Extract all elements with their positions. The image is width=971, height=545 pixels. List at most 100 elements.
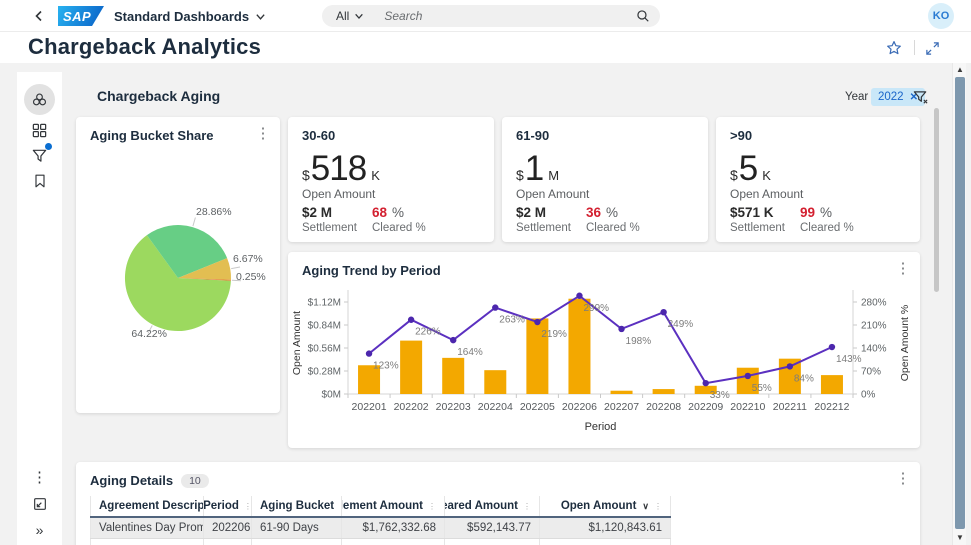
sidebar-item-bookmark[interactable]	[30, 171, 49, 190]
card-overflow-menu[interactable]: ⋮	[894, 260, 912, 278]
svg-text:280%: 280%	[861, 298, 887, 309]
column-menu-icon[interactable]: ⋮	[654, 502, 662, 511]
page-scrollbar[interactable]: ▲ ▼	[952, 63, 966, 545]
search-input[interactable]	[384, 9, 636, 23]
open-in-window-icon	[33, 497, 46, 510]
pie-chart[interactable]: 64.22% 28.86% 6.67% 0.25%	[76, 151, 280, 401]
column-menu-icon[interactable]: ⋮	[523, 502, 531, 511]
section-title: Chargeback Aging	[97, 88, 221, 104]
page-title: Chargeback Analytics	[28, 34, 262, 59]
svg-text:202202: 202202	[394, 401, 429, 413]
fullscreen-button[interactable]	[922, 38, 942, 58]
svg-text:Period: Period	[585, 421, 617, 433]
double-chevron-right-icon: »	[35, 521, 44, 538]
column-header-open-amount[interactable]: Open Amount ∨ ⋮	[540, 496, 671, 516]
column-header-period[interactable]: Period ⋮	[204, 496, 252, 516]
shell-header: SAP Standard Dashboards All Search KO	[0, 0, 971, 32]
search-icon[interactable]	[636, 9, 650, 23]
clear-filters-button[interactable]	[910, 87, 930, 107]
kpi-card-30-60: 30-60 $ 518 K Open Amount $2 M 68% Settl…	[288, 117, 494, 242]
column-header-cleared-amount[interactable]: Cleared Amount⋮	[445, 496, 540, 516]
card-title: Aging Details 10	[90, 473, 209, 488]
kpi-title: 30-60	[302, 128, 336, 143]
svg-text:84%: 84%	[794, 373, 814, 384]
table-row[interactable]: Valentines Day Promo 202206 61-90 Days $…	[90, 518, 671, 539]
svg-text:202204: 202204	[478, 401, 513, 413]
sidebar-item-apps[interactable]	[30, 121, 49, 140]
kpi-value-label: Open Amount	[730, 187, 804, 201]
card-overflow-menu[interactable]: ⋮	[894, 470, 912, 488]
kpi-settlement-label: Settlement	[302, 222, 357, 234]
svg-text:202211: 202211	[773, 401, 807, 413]
column-menu-icon[interactable]: ⋮	[244, 502, 251, 511]
favorite-button[interactable]	[884, 38, 904, 58]
dashboard-scrollbar-thumb[interactable]	[934, 108, 939, 292]
svg-text:0.25%: 0.25%	[236, 271, 266, 283]
filter-clear-icon	[913, 90, 928, 104]
scroll-up-icon[interactable]: ▲	[956, 66, 964, 74]
svg-text:6.67%: 6.67%	[233, 253, 263, 265]
svg-text:$0M: $0M	[322, 390, 341, 401]
chevron-down-icon	[355, 13, 364, 20]
sidebar-expand[interactable]: »	[30, 520, 49, 539]
kpi-value: $ 518 K	[302, 149, 380, 188]
card-aging-details: Aging Details10 ⋮ Agreement Description⋮…	[76, 462, 920, 545]
column-header-agreement[interactable]: Agreement Description⋮	[90, 496, 204, 516]
kpi-settlement-value: $571 K	[730, 205, 774, 220]
svg-text:202209: 202209	[688, 401, 723, 413]
left-toolbar: ⋮ »	[17, 72, 62, 545]
avatar[interactable]: KO	[928, 3, 954, 29]
kpi-cleared-label: Cleared %	[372, 222, 426, 234]
page-scrollbar-thumb[interactable]	[955, 77, 965, 529]
currency-symbol: $	[730, 167, 738, 183]
scroll-down-icon[interactable]: ▼	[956, 534, 964, 542]
divider	[914, 40, 915, 55]
kpi-cleared-label: Cleared %	[800, 222, 854, 234]
grid-icon	[32, 123, 47, 138]
column-header-aging-bucket[interactable]: Aging Bucket⋮	[252, 496, 342, 516]
sidebar-item-filter[interactable]	[30, 143, 52, 165]
column-menu-icon[interactable]: ⋮	[428, 502, 436, 511]
kpi-cleared-value: 36%	[586, 205, 619, 220]
kpi-cleared-value: 68%	[372, 205, 405, 220]
star-icon	[887, 41, 901, 55]
table-row-partial[interactable]	[90, 539, 671, 545]
app-switcher-label: Standard Dashboards	[114, 8, 250, 24]
collaboration-icon	[32, 93, 47, 106]
sidebar-overflow-menu[interactable]: ⋮	[30, 468, 49, 487]
svg-text:202212: 202212	[814, 401, 849, 413]
svg-text:202203: 202203	[436, 401, 471, 413]
svg-text:299%: 299%	[583, 303, 609, 314]
kpi-cleared-label: Cleared %	[586, 222, 640, 234]
svg-text:0%: 0%	[861, 390, 876, 401]
sidebar-item-profile[interactable]	[24, 84, 55, 115]
filter-icon	[32, 149, 47, 162]
chevron-left-icon	[35, 10, 42, 22]
svg-text:263%: 263%	[499, 315, 525, 326]
svg-text:33%: 33%	[710, 390, 730, 401]
sidebar-item-open-window[interactable]	[30, 494, 49, 513]
chevron-down-icon	[256, 13, 265, 20]
kpi-title: 61-90	[516, 128, 550, 143]
search-scope-dropdown[interactable]: All	[332, 9, 368, 23]
svg-text:219%: 219%	[541, 329, 567, 340]
currency-symbol: $	[302, 167, 310, 183]
sap-logo[interactable]: SAP	[58, 6, 104, 26]
notification-dot	[45, 143, 52, 150]
column-header-settlement-amount[interactable]: Settlement Amount⋮	[342, 496, 445, 516]
card-aging-bucket-share: Aging Bucket Share ⋮ 64.22% 28.86% 6.67% 0.…	[76, 117, 280, 413]
bookmark-icon	[34, 174, 45, 187]
back-button[interactable]	[30, 7, 48, 25]
aging-details-table: Agreement Description⋮ Period⋮ Aging Buc…	[90, 496, 671, 545]
kpi-settlement-value: $2 M	[302, 205, 333, 220]
card-overflow-menu[interactable]: ⋮	[254, 125, 272, 143]
fullscreen-icon	[925, 41, 939, 55]
app-switcher[interactable]: Standard Dashboards	[114, 8, 266, 24]
kpi-settlement-label: Settlement	[516, 222, 571, 234]
svg-text:202201: 202201	[352, 401, 387, 413]
kpi-cleared-value: 99%	[800, 205, 833, 220]
svg-text:28.86%: 28.86%	[196, 206, 232, 218]
svg-text:55%: 55%	[752, 383, 772, 394]
combo-chart[interactable]: $0M $0.28M $0.56M $0.84M $1.12M 0% 70% 140% 210%…	[288, 278, 920, 446]
filter-label: Year	[845, 91, 869, 103]
